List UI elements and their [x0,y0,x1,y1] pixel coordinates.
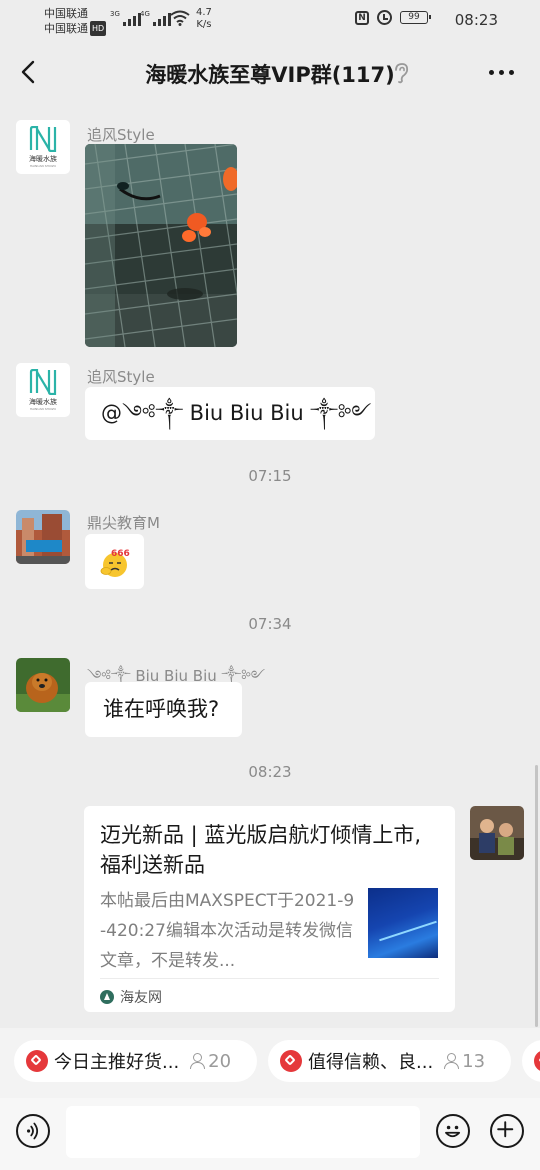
fish-tank-photo[interactable] [85,144,237,347]
carrier-2-label: 中国联通 [44,22,88,35]
message-input[interactable] [66,1106,420,1158]
chat-header: 海暖水族至尊VIP群(117) [0,40,540,106]
avatar-zhuifeng[interactable]: 海暖水族 HAINUAN SHUIZU [16,120,70,174]
chip-label: 值得信赖、良... [308,1052,434,1073]
logo-sub-text: HAINUAN SHUIZU [29,164,57,168]
avatar-zhuifeng[interactable]: 海暖水族 HAINUAN SHUIZU [16,363,70,417]
ear-icon [395,63,409,84]
logo-name-text: 海暖水族 [29,398,57,406]
carrier-1-label: 中国联通 [44,7,88,20]
link-card-source: 海友网 [100,987,162,1007]
hd-badge: HD [90,21,107,36]
chat-title: 海暖水族至尊VIP群(117) [145,63,395,87]
chip-label: 今日主推好货... [54,1052,180,1073]
quick-chip-bar: 今日主推好货... 20 值得信赖、良... 13 [0,1028,540,1098]
carrier-info: 中国联通 中国联通 HD [44,6,107,36]
message-bubble[interactable]: @༺༒ Biu Biu Biu ༒༻ [85,387,375,440]
input-bar [0,1098,540,1170]
link-card-title: 迈光新品 | 蓝光版启航灯倾情上市,福利送新品 [100,823,422,877]
person-icon [189,1052,206,1070]
status-time: 08:23 [454,11,498,29]
person-icon [443,1052,460,1070]
time-divider: 08:23 [248,763,292,781]
sender-name: 追风Style [87,368,155,386]
sim1-network-label: 3G [110,10,120,18]
signal-sim1-icon: 3G [110,10,141,26]
sticker-bubble[interactable]: 666 [85,534,144,589]
hainuan-logo-icon [29,369,57,395]
red-diamond-icon [534,1050,540,1072]
scrollbar[interactable] [535,765,538,1027]
red-diamond-icon [280,1050,302,1072]
sim2-network-label: 4G [140,10,150,18]
hainuan-logo-icon [29,126,57,152]
avatar-self[interactable] [470,806,524,860]
more-dots-icon[interactable] [489,70,514,75]
battery-icon: 99 [400,11,431,24]
signal-sim2-icon: 4G [140,10,171,26]
logo-name-text: 海暖水族 [29,155,57,163]
quick-chip[interactable]: 值得信赖、良... 13 [268,1040,511,1082]
sender-name: 追风Style [87,126,155,144]
source-icon [100,990,114,1004]
chip-count-value: 13 [462,1050,486,1072]
chip-count-value: 20 [208,1050,232,1072]
time-divider: 07:34 [248,615,292,633]
source-name: 海友网 [120,990,162,1006]
card-divider [100,978,439,979]
sender-name: 鼎尖教育M [87,514,160,532]
net-speed-value: 4.7 [196,7,212,18]
wifi-icon [170,10,190,26]
avatar-biubiubiu[interactable] [16,658,70,712]
plus-icon[interactable] [490,1114,524,1148]
alarm-icon [377,10,392,25]
link-card-thumbnail [368,888,438,958]
status-bar: 中国联通 中国联通 HD 3G 4G 4.7 K/s N 99 08:23 [0,0,540,40]
avatar-dingjian[interactable] [16,510,70,564]
voice-icon[interactable] [16,1114,50,1148]
net-speed: 4.7 K/s [196,7,212,31]
time-divider: 07:15 [248,467,292,485]
quick-chip-partial[interactable] [522,1040,540,1082]
net-speed-unit: K/s [196,19,212,30]
message-bubble[interactable]: 谁在呼唤我? [85,682,242,737]
link-card[interactable]: 迈光新品 | 蓝光版启航灯倾情上市,福利送新品 本帖最后由MAXSPECT于20… [84,806,455,1012]
quick-chip[interactable]: 今日主推好货... 20 [14,1040,257,1082]
logo-sub-text: HAINUAN SHUIZU [29,407,57,411]
red-diamond-icon [26,1050,48,1072]
emoji-666-sticker-icon: 666 [100,549,130,577]
wechat-group-chat-screen: 中国联通 中国联通 HD 3G 4G 4.7 K/s N 99 08:23 海暖… [0,0,540,1170]
nfc-icon: N [355,10,369,25]
link-card-description: 本帖最后由MAXSPECT于2021-9-420:27编辑本次活动是转发微信文章… [100,891,355,971]
emoji-icon[interactable] [436,1114,470,1148]
chip-member-count: 13 [443,1051,485,1072]
chip-member-count: 20 [189,1051,231,1072]
sticker-text: 666 [111,549,130,559]
status-icons: N 99 [355,10,431,25]
